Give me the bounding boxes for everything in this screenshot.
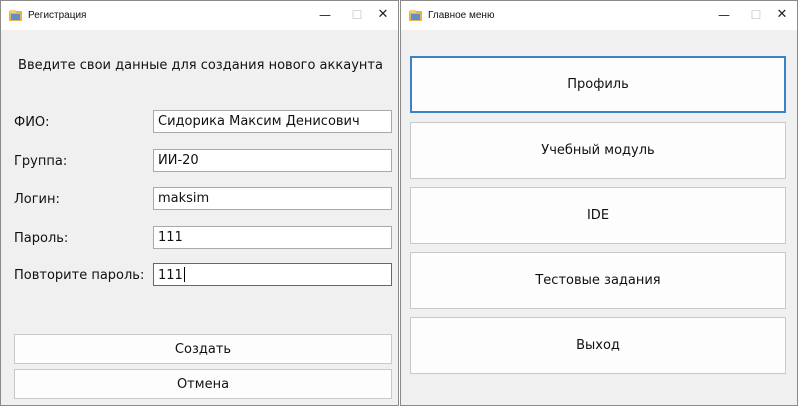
exit-button-label: Выход bbox=[576, 338, 620, 353]
title-bar[interactable]: Регистрация — ☐ ✕ bbox=[1, 1, 398, 30]
repeat-password-field[interactable]: 111 bbox=[153, 263, 392, 286]
label-repeat-password: Повторите пароль: bbox=[14, 268, 145, 283]
label-password: Пароль: bbox=[14, 231, 69, 246]
app-icon bbox=[409, 10, 422, 21]
profile-button[interactable]: Профиль bbox=[410, 56, 786, 113]
cancel-button-label: Отмена bbox=[176, 376, 230, 392]
cancel-button[interactable]: Отмена bbox=[14, 369, 392, 399]
maximize-icon[interactable]: ☐ bbox=[745, 5, 767, 25]
create-button-label: Создать bbox=[174, 341, 232, 357]
exit-button[interactable]: Выход bbox=[410, 317, 786, 374]
label-fio: ФИО: bbox=[14, 115, 50, 130]
registration-window: Регистрация — ☐ ✕ Введите свои данные дл… bbox=[0, 0, 399, 406]
ide-button[interactable]: IDE bbox=[410, 187, 786, 244]
title-bar[interactable]: Главное меню — ☐ ✕ bbox=[401, 1, 797, 30]
window-title: Регистрация bbox=[28, 10, 87, 21]
main-menu-window: Главное меню — ☐ ✕ Профиль Учебный модул… bbox=[400, 0, 798, 406]
test-tasks-button-label: Тестовые задания bbox=[535, 273, 661, 288]
maximize-icon[interactable]: ☐ bbox=[346, 5, 368, 25]
app-icon bbox=[9, 10, 22, 21]
registration-heading: Введите свои данные для создания нового … bbox=[18, 58, 383, 73]
group-field[interactable]: ИИ-20 bbox=[153, 149, 392, 172]
close-icon[interactable]: ✕ bbox=[372, 5, 394, 25]
login-field[interactable]: maksim bbox=[153, 187, 392, 210]
study-module-button[interactable]: Учебный модуль bbox=[410, 122, 786, 179]
ide-button-label: IDE bbox=[586, 208, 610, 223]
repeat-password-value: 111 bbox=[158, 268, 183, 283]
fio-field[interactable]: Сидорика Максим Денисович bbox=[153, 110, 392, 133]
create-button[interactable]: Создать bbox=[14, 334, 392, 364]
text-caret bbox=[183, 267, 185, 282]
minimize-icon[interactable]: — bbox=[713, 5, 735, 25]
window-title: Главное меню bbox=[428, 10, 495, 21]
label-group: Группа: bbox=[14, 154, 68, 169]
close-icon[interactable]: ✕ bbox=[771, 5, 793, 25]
label-login: Логин: bbox=[14, 192, 60, 207]
study-module-button-label: Учебный модуль bbox=[541, 143, 655, 158]
profile-button-label: Профиль bbox=[567, 77, 629, 92]
test-tasks-button[interactable]: Тестовые задания bbox=[410, 252, 786, 309]
password-field[interactable]: 111 bbox=[153, 226, 392, 249]
minimize-icon[interactable]: — bbox=[314, 5, 336, 25]
